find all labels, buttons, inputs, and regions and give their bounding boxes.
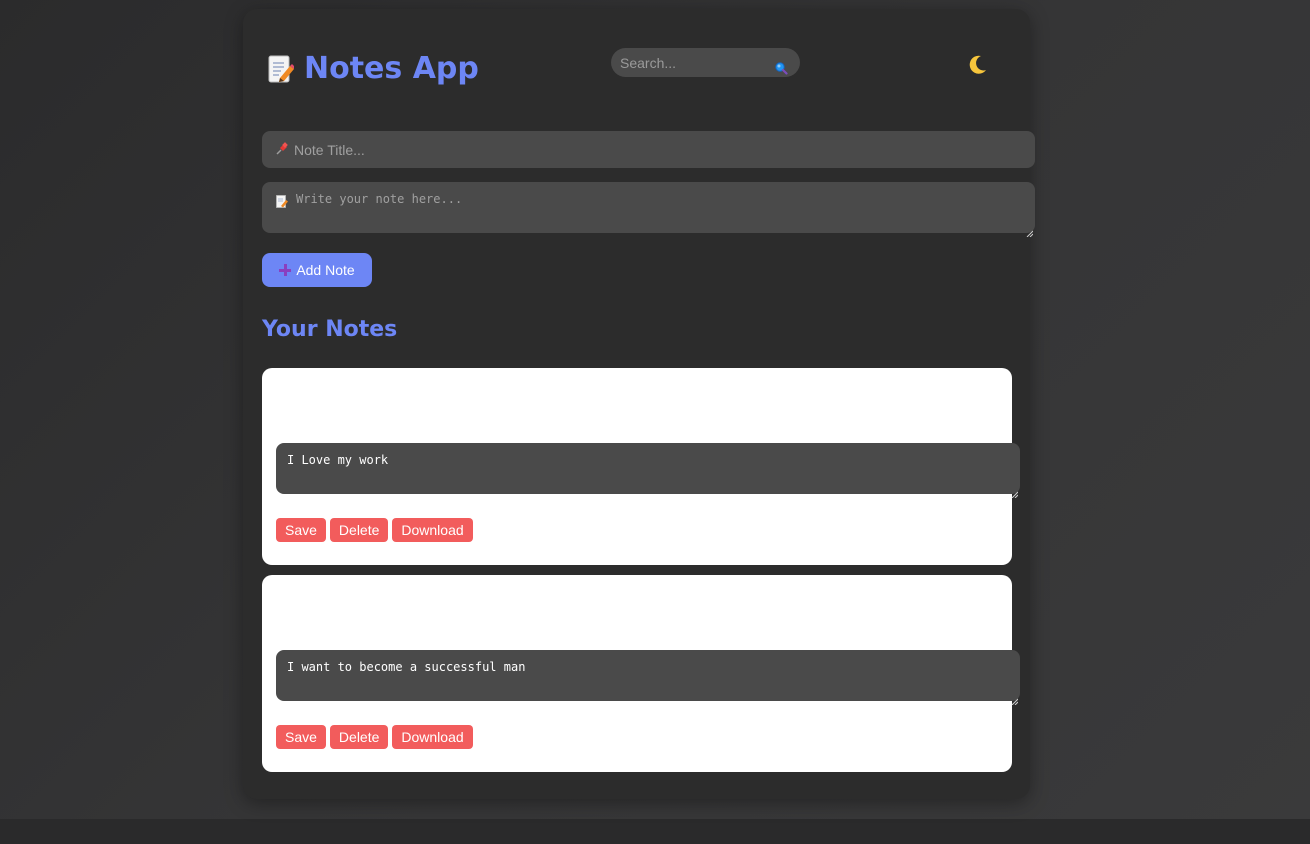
memo-icon bbox=[276, 195, 288, 208]
note-content-textarea[interactable] bbox=[296, 192, 1016, 228]
search-input[interactable] bbox=[620, 48, 770, 77]
note-card-title bbox=[276, 390, 976, 430]
notes-app-container: Notes App Search... Note Title... Write … bbox=[243, 9, 1035, 799]
add-note-label: Add Note bbox=[296, 262, 355, 278]
memo-icon bbox=[268, 54, 295, 84]
note-card: Save Delete Download bbox=[262, 368, 1020, 565]
note-card: Save Delete Download bbox=[262, 575, 1020, 772]
note-title-field bbox=[262, 131, 1035, 168]
moon-icon bbox=[965, 53, 989, 82]
pushpin-icon bbox=[275, 142, 289, 156]
resize-grip-icon[interactable] bbox=[1026, 224, 1034, 238]
resize-grip-icon[interactable] bbox=[1011, 485, 1019, 499]
note-title-input[interactable] bbox=[294, 131, 1014, 168]
delete-button[interactable]: Delete bbox=[329, 725, 389, 749]
search-box bbox=[611, 48, 800, 77]
download-button[interactable]: Download bbox=[392, 725, 473, 749]
app-header: Notes App bbox=[268, 51, 479, 86]
note-card-textarea[interactable] bbox=[287, 660, 1007, 694]
theme-toggle-button[interactable] bbox=[963, 53, 991, 81]
note-card-body bbox=[276, 443, 1020, 499]
note-actions: Save Delete Download bbox=[276, 518, 473, 542]
note-card-title bbox=[276, 597, 976, 637]
your-notes-heading: Your Notes bbox=[262, 317, 398, 342]
note-card-body bbox=[276, 650, 1020, 706]
resize-grip-icon[interactable] bbox=[1011, 692, 1019, 706]
page-footer-band bbox=[0, 819, 1310, 844]
save-button[interactable]: Save bbox=[276, 725, 326, 749]
delete-button[interactable]: Delete bbox=[329, 518, 389, 542]
note-content-field bbox=[262, 182, 1035, 238]
add-note-button[interactable]: Add Note bbox=[262, 253, 372, 287]
save-button[interactable]: Save bbox=[276, 518, 326, 542]
search-icon[interactable] bbox=[774, 61, 788, 75]
app-title: Notes App bbox=[304, 51, 479, 86]
plus-icon bbox=[279, 264, 292, 276]
download-button[interactable]: Download bbox=[392, 518, 473, 542]
note-actions: Save Delete Download bbox=[276, 725, 473, 749]
note-card-textarea[interactable] bbox=[287, 453, 1007, 487]
